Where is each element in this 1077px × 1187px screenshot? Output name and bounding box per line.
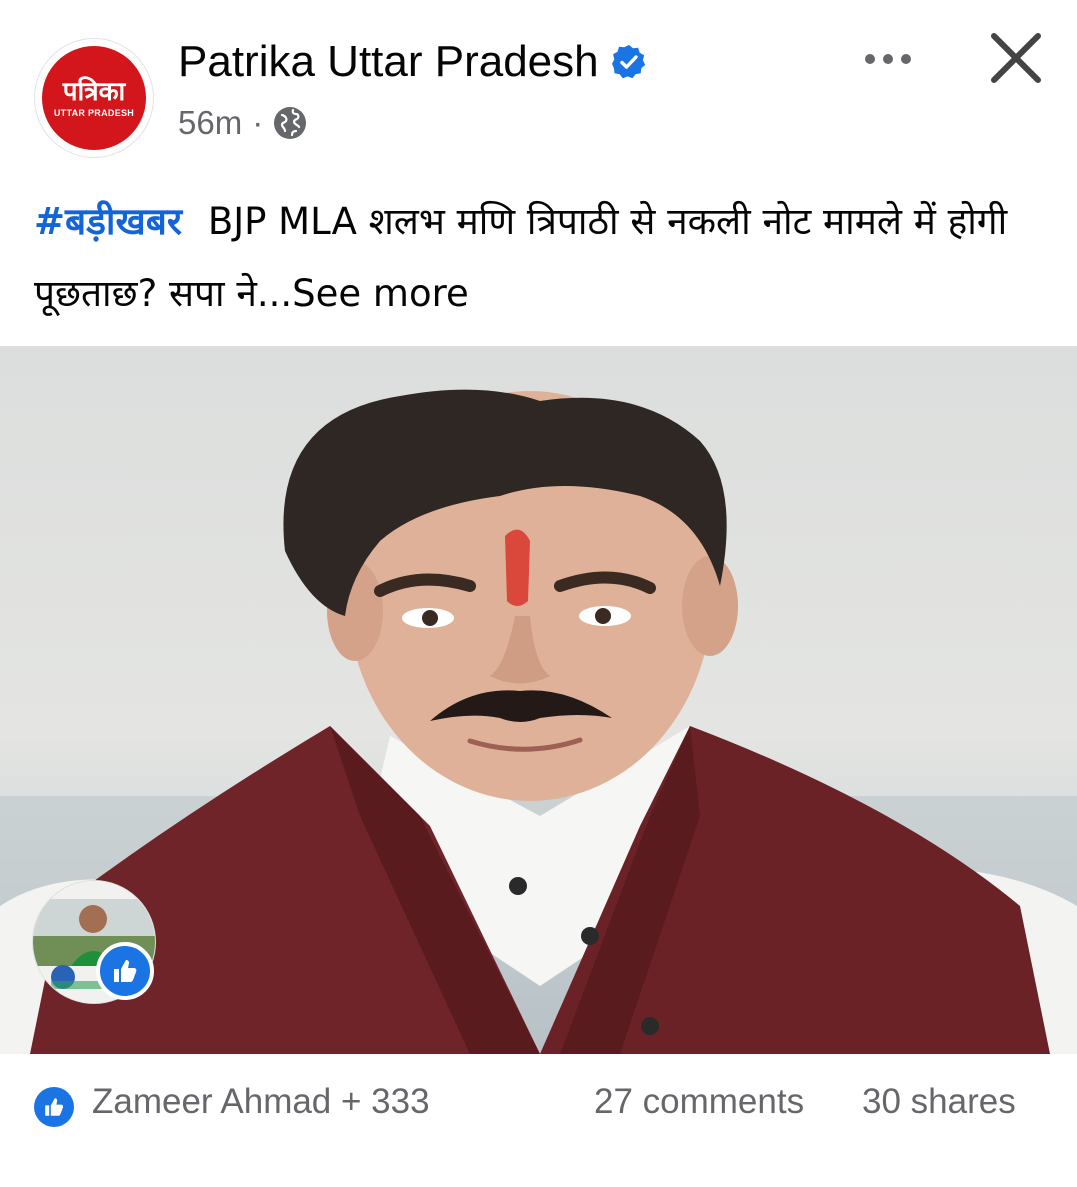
post-text: #बड़ीखबर BJP MLA शलभ मणि त्रिपाठी से नकल…: [34, 186, 1054, 330]
post-meta: 56m ·: [178, 104, 307, 142]
like-badge-icon: [96, 942, 154, 1000]
globe-icon: [274, 107, 307, 139]
more-options-button[interactable]: [850, 36, 926, 82]
close-icon[interactable]: [984, 26, 1048, 90]
comments-count[interactable]: 27 comments: [594, 1082, 804, 1122]
page-avatar[interactable]: पत्रिका UTTAR PRADESH: [34, 38, 154, 158]
see-more-link[interactable]: See more: [292, 272, 469, 315]
thumbs-up-icon: [45, 1098, 64, 1116]
reactions-count[interactable]: Zameer Ahmad + 333: [92, 1082, 430, 1122]
page-name-row: Patrika Uttar Pradesh: [178, 36, 647, 88]
thumbs-up-icon: [114, 960, 137, 982]
more-dot: [901, 54, 911, 64]
post-time[interactable]: 56m: [178, 104, 242, 142]
more-dot: [865, 54, 875, 64]
more-dot: [883, 54, 893, 64]
hashtag-link[interactable]: #बड़ीखबर: [34, 200, 182, 243]
meta-separator: ·: [252, 104, 264, 141]
logo-text: पत्रिका: [62, 77, 126, 107]
portrait-illustration: [0, 389, 1077, 1054]
patrika-logo: पत्रिका UTTAR PRADESH: [42, 46, 146, 150]
post-photo[interactable]: [0, 346, 1077, 1054]
post-header: पत्रिका UTTAR PRADESH Patrika Uttar Prad…: [0, 0, 1077, 170]
verified-badge-icon: [611, 45, 645, 79]
engagement-bar: Zameer Ahmad + 333 27 comments 30 shares: [0, 1060, 1077, 1187]
page-name[interactable]: Patrika Uttar Pradesh: [178, 36, 599, 88]
like-icon: [34, 1087, 74, 1127]
logo-subtext: UTTAR PRADESH: [53, 108, 135, 118]
shares-count[interactable]: 30 shares: [862, 1082, 1016, 1122]
